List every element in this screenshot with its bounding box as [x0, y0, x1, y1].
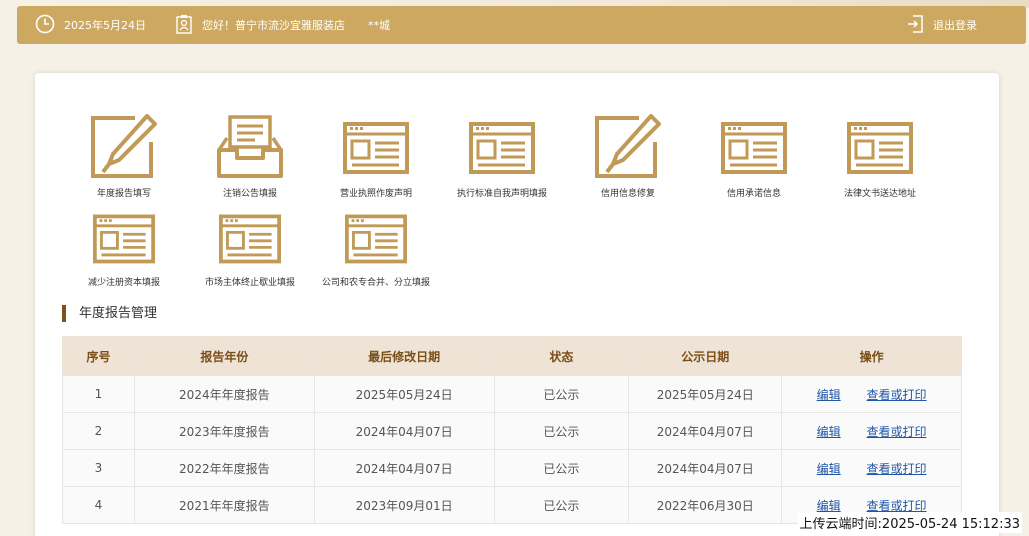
header-greeting-text: 您好！普宁市流沙宜雅服装店 [202, 19, 345, 32]
tile-label: 执行标准自我声明填报 [456, 189, 547, 199]
cell-modified-date: 2024年04月07日 [313, 412, 495, 450]
edit-document-icon [91, 114, 157, 178]
cell-modified-date: 2023年09月01日 [313, 486, 495, 524]
cell-actions: 编辑 查看或打印 [781, 449, 962, 487]
edit-document-icon [595, 114, 661, 178]
tile-termination[interactable]: 市场主体终止歇业填报 [187, 207, 313, 288]
cell-index: 4 [62, 486, 135, 524]
view-print-link[interactable]: 查看或打印 [867, 462, 927, 476]
tile-label: 法律文书送达地址 [843, 189, 916, 199]
tile-legal-address[interactable]: 法律文书送达地址 [817, 114, 943, 199]
tile-standard-declaration[interactable]: 执行标准自我声明填报 [439, 114, 565, 199]
cell-report-year: 2024年年度报告 [133, 375, 315, 413]
tile-label: 信用信息修复 [600, 189, 655, 199]
tile-license-void[interactable]: 营业执照作废声明 [313, 114, 439, 199]
table-row: 2 2023年年度报告 2024年04月07日 已公示 2024年04月07日 … [62, 412, 962, 450]
tile-label: 减少注册资本填报 [87, 278, 160, 288]
tile-label: 营业执照作废声明 [339, 189, 412, 199]
header-city-text: **城 [368, 19, 390, 32]
col-header-index: 序号 [62, 336, 135, 376]
cell-publish-date: 2024年04月07日 [628, 412, 783, 450]
cell-modified-date: 2024年04月07日 [313, 449, 495, 487]
cell-status: 已公示 [493, 412, 630, 450]
section-title: 年度报告管理 [62, 305, 157, 322]
cell-status: 已公示 [493, 449, 630, 487]
tile-label: 注销公告填报 [222, 189, 277, 199]
clock-icon [35, 14, 55, 37]
cell-publish-date: 2022年06月30日 [628, 486, 783, 524]
col-header-actions: 操作 [781, 336, 962, 376]
cell-report-year: 2021年年度报告 [133, 486, 315, 524]
edit-link[interactable]: 编辑 [817, 462, 841, 476]
form-window-icon [469, 122, 535, 174]
cell-status: 已公示 [493, 375, 630, 413]
table-row: 1 2024年年度报告 2025年05月24日 已公示 2025年05月24日 … [62, 375, 962, 413]
header-greeting: 您好！普宁市流沙宜雅服装店 [175, 6, 345, 44]
logout-label: 退出登录 [933, 19, 977, 32]
cell-publish-date: 2025年05月24日 [628, 375, 783, 413]
top-header-bar: 2025年5月24日 您好！普宁市流沙宜雅服装店 **城 退出登录 [17, 6, 1026, 44]
inbox-tray-icon [217, 115, 283, 178]
tile-capital-reduction[interactable]: 减少注册资本填报 [61, 207, 187, 288]
cell-index: 3 [62, 449, 135, 487]
col-header-report-year: 报告年份 [133, 336, 315, 376]
cell-report-year: 2023年年度报告 [133, 412, 315, 450]
view-print-link[interactable]: 查看或打印 [867, 499, 927, 513]
tile-annual-report[interactable]: 年度报告填写 [61, 114, 187, 199]
tile-label: 信用承诺信息 [726, 189, 781, 199]
header-city: **城 [368, 6, 390, 44]
tile-label: 公司和农专合并、分立填报 [321, 278, 430, 288]
form-window-icon [343, 122, 409, 174]
col-header-modified-date: 最后修改日期 [313, 336, 495, 376]
cell-actions: 编辑 查看或打印 [781, 375, 962, 413]
header-date-text: 2025年5月24日 [64, 19, 146, 32]
cell-modified-date: 2025年05月24日 [313, 375, 495, 413]
tile-merger-split[interactable]: 公司和农专合并、分立填报 [313, 207, 439, 288]
table-header-row: 序号 报告年份 最后修改日期 状态 公示日期 操作 [62, 336, 962, 376]
form-window-icon [721, 122, 787, 174]
upload-timestamp: 上传云端时间:2025-05-24 15:12:33 [797, 512, 1022, 533]
edit-link[interactable]: 编辑 [817, 499, 841, 513]
user-badge-icon [175, 14, 193, 37]
col-header-status: 状态 [493, 336, 630, 376]
view-print-link[interactable]: 查看或打印 [867, 425, 927, 439]
annual-report-table: 序号 报告年份 最后修改日期 状态 公示日期 操作 1 2024年年度报告 20… [62, 336, 962, 524]
tile-credit-repair[interactable]: 信用信息修复 [565, 114, 691, 199]
logout-button[interactable]: 退出登录 [906, 6, 977, 44]
cell-index: 1 [62, 375, 135, 413]
form-window-icon [345, 214, 407, 264]
col-header-publish-date: 公示日期 [628, 336, 783, 376]
edit-link[interactable]: 编辑 [817, 425, 841, 439]
form-window-icon [847, 122, 913, 174]
form-window-icon [219, 214, 281, 264]
table-row: 3 2022年年度报告 2024年04月07日 已公示 2024年04月07日 … [62, 449, 962, 487]
edit-link[interactable]: 编辑 [817, 388, 841, 402]
cell-index: 2 [62, 412, 135, 450]
logout-icon [906, 14, 924, 37]
cell-report-year: 2022年年度报告 [133, 449, 315, 487]
tile-deregistration-notice[interactable]: 注销公告填报 [187, 114, 313, 199]
tile-label: 年度报告填写 [96, 189, 151, 199]
cell-actions: 编辑 查看或打印 [781, 412, 962, 450]
cell-publish-date: 2024年04月07日 [628, 449, 783, 487]
cell-status: 已公示 [493, 486, 630, 524]
form-window-icon [93, 214, 155, 264]
view-print-link[interactable]: 查看或打印 [867, 388, 927, 402]
header-date: 2025年5月24日 [35, 6, 146, 44]
tile-label: 市场主体终止歇业填报 [204, 278, 295, 288]
tile-credit-commitment[interactable]: 信用承诺信息 [691, 114, 817, 199]
